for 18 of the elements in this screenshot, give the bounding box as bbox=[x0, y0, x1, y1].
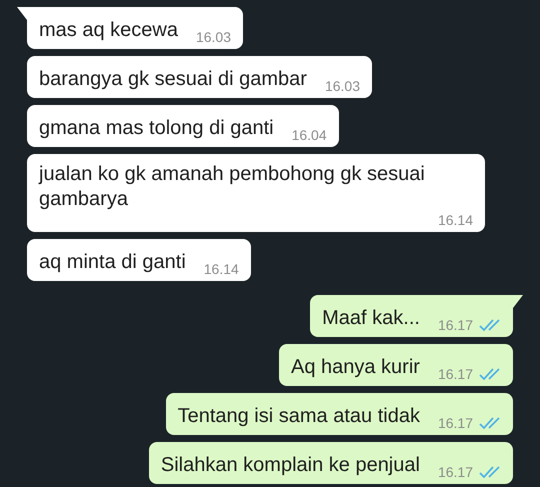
message-time: 16.04 bbox=[292, 127, 327, 143]
message-text: Aq hanya kurir bbox=[290, 355, 420, 380]
message-text: aq minta di ganti bbox=[39, 250, 186, 275]
message-text: barangya gk sesuai di gambar bbox=[39, 67, 307, 92]
message-time: 16.17 bbox=[438, 464, 473, 480]
message-text: mas aq kecewa bbox=[39, 18, 178, 43]
message-time: 16.17 bbox=[438, 366, 473, 382]
message-time: 16.17 bbox=[438, 317, 473, 333]
message-time: 16.14 bbox=[438, 212, 473, 228]
message-text: Maaf kak... bbox=[322, 306, 420, 331]
message-time: 16.17 bbox=[438, 415, 473, 431]
message-time: 16.03 bbox=[324, 78, 360, 94]
message-text: Silahkan komplain ke penjual bbox=[160, 453, 420, 478]
message-text: gmana mas tolong di ganti bbox=[39, 116, 274, 141]
message-text: Tentang isi sama atau tidak bbox=[178, 404, 420, 429]
message-time: 16.03 bbox=[196, 29, 232, 45]
message-time: 16.14 bbox=[204, 261, 239, 277]
message-text: jualan ko gk amanah pembohong gk sesuai gambarya bbox=[39, 162, 426, 212]
